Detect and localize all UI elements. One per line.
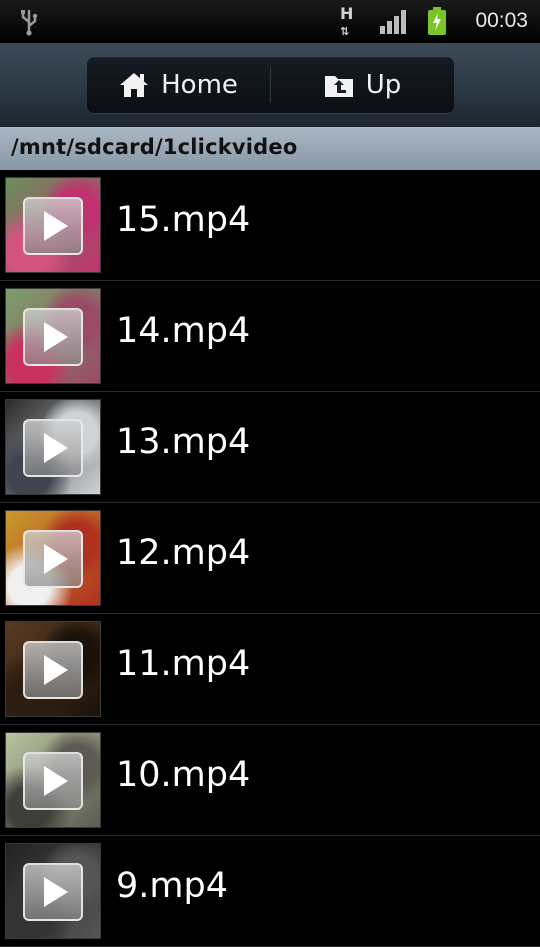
file-name: 10.mp4 bbox=[116, 755, 251, 795]
video-thumbnail bbox=[5, 177, 101, 273]
home-button[interactable]: Home bbox=[87, 57, 270, 113]
status-bar: H ⇅ 00:03 bbox=[0, 0, 540, 43]
home-icon bbox=[120, 73, 149, 97]
video-thumbnail bbox=[5, 621, 101, 717]
video-thumbnail bbox=[5, 288, 101, 384]
video-thumbnail bbox=[5, 732, 101, 828]
up-button[interactable]: Up bbox=[271, 57, 454, 113]
video-thumbnail bbox=[5, 510, 101, 606]
list-item[interactable]: 12.mp4 bbox=[0, 503, 540, 614]
path-bar: /mnt/sdcard/1clickvideo bbox=[0, 127, 540, 170]
battery-charging-icon bbox=[428, 7, 446, 35]
nav-segment: Home Up bbox=[87, 57, 454, 113]
up-button-label: Up bbox=[365, 70, 402, 100]
list-item[interactable]: 10.mp4 bbox=[0, 725, 540, 836]
folder-up-icon bbox=[324, 76, 353, 97]
play-icon bbox=[23, 308, 83, 366]
video-thumbnail bbox=[5, 843, 101, 939]
play-icon bbox=[23, 197, 83, 255]
list-item[interactable]: 9.mp4 bbox=[0, 836, 540, 947]
list-item[interactable]: 13.mp4 bbox=[0, 392, 540, 503]
list-item[interactable]: 14.mp4 bbox=[0, 281, 540, 392]
file-name: 14.mp4 bbox=[116, 311, 251, 351]
home-button-label: Home bbox=[161, 70, 238, 100]
file-list: 15.mp4 14.mp4 13.mp4 12.mp4 11.mp4 10.mp… bbox=[0, 170, 540, 947]
list-item[interactable]: 11.mp4 bbox=[0, 614, 540, 725]
play-icon bbox=[23, 419, 83, 477]
clock: 00:03 bbox=[475, 9, 528, 32]
toolbar: Home Up bbox=[0, 43, 540, 127]
list-item[interactable]: 15.mp4 bbox=[0, 170, 540, 281]
usb-icon bbox=[21, 10, 38, 36]
file-name: 12.mp4 bbox=[116, 533, 251, 573]
file-name: 11.mp4 bbox=[116, 644, 251, 684]
file-name: 9.mp4 bbox=[116, 866, 228, 906]
play-icon bbox=[23, 752, 83, 810]
play-icon bbox=[23, 530, 83, 588]
current-path: /mnt/sdcard/1clickvideo bbox=[11, 135, 298, 159]
signal-icon bbox=[380, 10, 406, 34]
file-name: 15.mp4 bbox=[116, 200, 251, 240]
video-thumbnail bbox=[5, 399, 101, 495]
hsdpa-icon: H ⇅ bbox=[340, 4, 354, 39]
play-icon bbox=[23, 863, 83, 921]
play-icon bbox=[23, 641, 83, 699]
file-name: 13.mp4 bbox=[116, 422, 251, 462]
